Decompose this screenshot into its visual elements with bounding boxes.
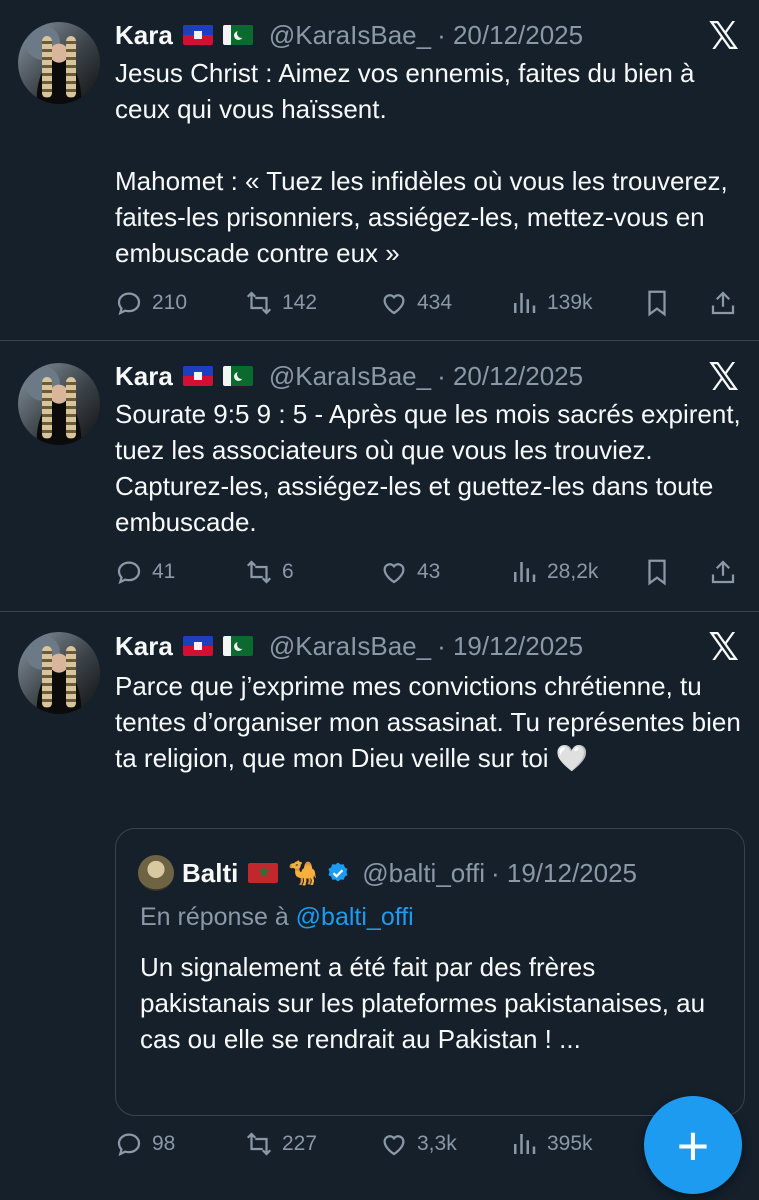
view-count: 395k [547,1132,593,1155]
x-logo-icon: 𝕏 [708,14,739,58]
reply-button[interactable]: 98 [114,1126,175,1162]
like-count: 43 [417,560,441,583]
views-icon [514,562,536,582]
avatar[interactable] [18,22,100,104]
tweet-text: Sourate 9:5 9 : 5 - Après que les mois s… [115,399,748,537]
quoted-author-handle[interactable]: @balti_offi [362,858,485,889]
reply-icon [117,561,141,585]
repost-count: 6 [282,560,294,583]
tweet-date[interactable]: · 20/12/2025 [437,20,583,51]
reply-prefix: En réponse à [140,903,289,931]
pakistan-flag-icon [222,636,253,656]
x-logo-icon: 𝕏 [708,625,739,669]
share-icon [711,560,735,584]
view-count: 28,2k [547,560,599,583]
reply-button[interactable]: 41 [114,554,175,590]
x-logo-icon: 𝕏 [708,355,739,399]
avatar[interactable] [18,632,100,714]
like-count: 3,3k [417,1132,457,1155]
quoted-author-name[interactable]: Balti [182,858,238,889]
quoted-tweet[interactable]: Balti 🐪 @balti_offi · 19/12/2025 En répo… [115,828,745,1116]
tweet-actions: 210 142 434 139k [114,285,744,321]
avatar[interactable] [18,363,100,445]
quoted-tweet-text: Un signalement a été fait par des frères… [140,952,713,1054]
views-button[interactable]: 395k [509,1126,593,1162]
tweet-date[interactable]: · 20/12/2025 [437,361,583,392]
reply-count: 41 [152,560,176,583]
views-icon [514,1134,536,1154]
heart-icon [383,563,405,584]
camel-icon: 🐪 [288,859,319,887]
bookmark-icon [648,559,666,586]
quoted-tweet-date[interactable]: · 19/12/2025 [491,858,637,889]
reply-count: 210 [152,291,188,314]
bookmark-icon [648,290,666,317]
author-name[interactable]: Kara [115,20,173,51]
repost-button[interactable]: 142 [244,285,317,321]
like-button[interactable]: 434 [379,285,452,321]
views-button[interactable]: 139k [509,285,593,321]
bookmark-button[interactable] [642,554,672,590]
repost-button[interactable]: 227 [244,1126,317,1162]
tweet-2[interactable]: Kara @KaraIsBae_ · 20/12/2025 𝕏 Sourate … [0,341,759,611]
repost-count: 142 [282,291,318,314]
share-button[interactable] [708,285,738,321]
pakistan-flag-icon [222,25,253,45]
quoted-avatar[interactable] [138,855,174,891]
author-name[interactable]: Kara [115,361,173,392]
repost-button[interactable]: 6 [244,554,294,590]
compose-button[interactable]: + [644,1096,742,1194]
like-count: 434 [417,291,453,314]
author-handle[interactable]: @KaraIsBae_ [269,20,431,51]
reply-to-link[interactable]: @balti_offi [296,903,414,931]
tweet-actions: 41 6 43 28,2k [114,554,744,590]
reply-count: 98 [152,1132,176,1155]
like-button[interactable]: 43 [379,554,440,590]
reply-context: En réponse à @balti_offi [140,903,414,932]
heart-icon [383,294,405,315]
reply-button[interactable]: 210 [114,285,187,321]
verified-badge-icon [328,862,348,882]
haiti-flag-icon [182,636,213,656]
view-count: 139k [547,291,593,314]
reply-icon [117,1133,141,1157]
haiti-flag-icon [182,25,213,45]
repost-count: 227 [282,1132,318,1155]
author-handle[interactable]: @KaraIsBae_ [269,631,431,662]
author-name[interactable]: Kara [115,631,173,662]
tweet-1[interactable]: Kara @KaraIsBae_ · 20/12/2025 𝕏 Jesus Ch… [0,0,759,340]
share-button[interactable] [708,554,738,590]
tweet-date[interactable]: · 19/12/2025 [437,631,583,662]
pakistan-flag-icon [222,366,253,386]
haiti-flag-icon [182,366,213,386]
repost-icon [246,1132,272,1156]
like-button[interactable]: 3,3k [379,1126,457,1162]
repost-icon [246,291,272,315]
bookmark-button[interactable] [642,285,672,321]
share-icon [711,291,735,315]
views-icon [514,293,536,313]
tweet-text: Jesus Christ : Aimez vos ennemis, faites… [115,58,728,268]
morocco-flag-icon [248,863,279,883]
repost-icon [246,560,272,584]
tweet-text: Parce que j’exprime mes convictions chré… [115,671,749,773]
reply-icon [117,292,141,316]
views-button[interactable]: 28,2k [509,554,598,590]
heart-icon [383,1135,405,1156]
author-handle[interactable]: @KaraIsBae_ [269,361,431,392]
